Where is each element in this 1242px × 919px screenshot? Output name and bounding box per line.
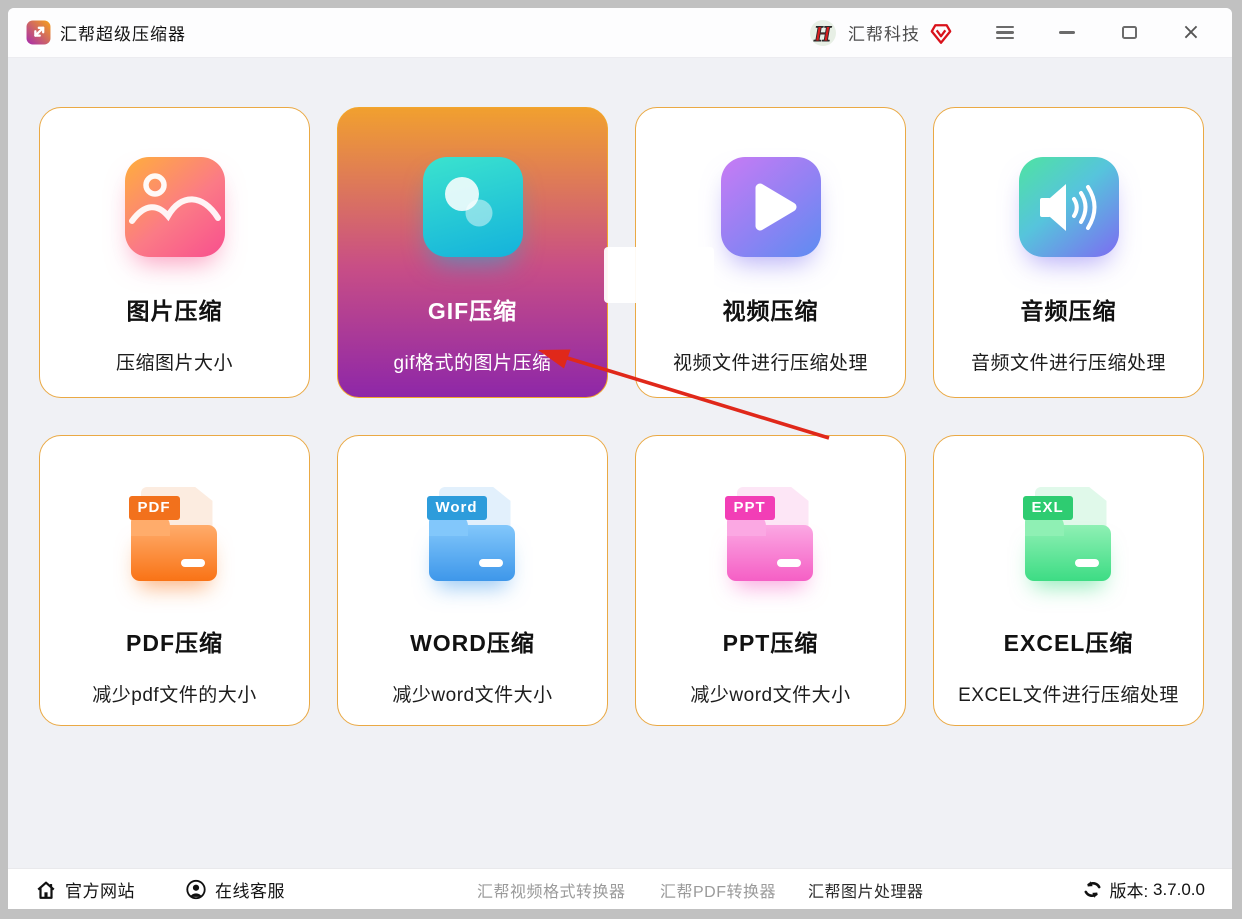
folder-dash [479,559,503,567]
maximize-button[interactable] [1106,16,1152,50]
card-word-compress[interactable]: Word WORD压缩 减少word文件大小 [337,435,608,726]
version-info: 版本: 3.7.0.0 [1082,869,1205,909]
card-subtitle: gif格式的图片压缩 [393,348,551,375]
app-logo-icon [26,20,51,45]
audio-speaker-icon [1019,157,1119,257]
card-title: PDF压缩 [126,624,223,658]
format-badge: PDF [129,496,180,520]
card-title: 音频压缩 [1021,292,1117,326]
customer-service-icon [185,879,207,901]
feature-card-grid: 图片压缩 压缩图片大小 GIF压缩 gif格式的图片压缩 视频压缩 视频文件进行… [39,107,1204,726]
card-subtitle: 视频文件进行压缩处理 [673,348,868,375]
version-number: 3.7.0.0 [1153,880,1205,900]
refresh-icon[interactable] [1082,879,1103,900]
format-badge: EXL [1023,496,1073,520]
link-pdf-converter[interactable]: 汇帮PDF转换器 [660,869,776,909]
folder-dash [181,559,205,567]
official-website-label: 官方网站 [65,877,135,902]
card-title: 视频压缩 [723,292,819,326]
card-subtitle: 音频文件进行压缩处理 [971,348,1166,375]
card-gif-compress[interactable]: GIF压缩 gif格式的图片压缩 [337,107,608,398]
folder-front [727,525,813,581]
titlebar: 汇帮超级压缩器 H 汇帮科技 × [8,8,1232,58]
ppt-folder-icon: PPT [719,485,823,589]
card-image-compress[interactable]: 图片压缩 压缩图片大小 [39,107,310,398]
excel-folder-icon: EXL [1017,485,1121,589]
card-title: EXCEL压缩 [1004,624,1134,658]
maximize-icon [1122,26,1137,39]
link-video-converter[interactable]: 汇帮视频格式转换器 [477,869,626,909]
brand-name: 汇帮科技 [848,20,920,45]
card-ppt-compress[interactable]: PPT PPT压缩 减少word文件大小 [635,435,906,726]
card-pdf-compress[interactable]: PDF PDF压缩 减少pdf文件的大小 [39,435,310,726]
minimize-icon [1059,31,1075,33]
video-play-icon [721,157,821,257]
gif-icon [423,157,523,257]
link-image-processor[interactable]: 汇帮图片处理器 [808,869,924,909]
card-subtitle: 减少pdf文件的大小 [92,680,256,707]
folder-front [429,525,515,581]
svg-text:H: H [813,21,832,46]
app-title: 汇帮超级压缩器 [60,20,186,45]
card-subtitle: 压缩图片大小 [116,348,233,375]
card-title: 图片压缩 [127,292,223,326]
close-button[interactable]: × [1168,16,1214,50]
footer: 官方网站 在线客服 汇帮视频格式转换器 汇帮PDF转换器 汇帮图片处理器 版本: [8,868,1232,909]
card-subtitle: 减少word文件大小 [690,680,850,707]
card-audio-compress[interactable]: 音频压缩 音频文件进行压缩处理 [933,107,1204,398]
tooltip-artifact [604,247,714,303]
word-folder-icon: Word [421,485,525,589]
folder-dash [777,559,801,567]
close-icon: × [1182,22,1200,44]
pdf-folder-icon: PDF [123,485,227,589]
app-window: 汇帮超级压缩器 H 汇帮科技 × [8,8,1232,909]
menu-button[interactable] [982,16,1028,50]
online-support-label: 在线客服 [215,877,285,902]
folder-dash [1075,559,1099,567]
vip-gem-icon[interactable] [928,20,954,46]
card-subtitle: 减少word文件大小 [392,680,552,707]
card-title: GIF压缩 [428,292,517,326]
home-icon [35,879,57,901]
version-label: 版本: [1110,877,1149,902]
image-icon [125,157,225,257]
format-badge: PPT [725,496,775,520]
online-support-button[interactable]: 在线客服 [185,869,285,909]
folder-front [131,525,217,581]
card-excel-compress[interactable]: EXL EXCEL压缩 EXCEL文件进行压缩处理 [933,435,1204,726]
menu-icon [996,23,1014,43]
card-title: WORD压缩 [410,624,535,658]
format-badge: Word [427,496,487,520]
card-subtitle: EXCEL文件进行压缩处理 [958,680,1179,707]
official-website-button[interactable]: 官方网站 [35,869,135,909]
brand-logo-icon: H [804,17,840,49]
minimize-button[interactable] [1044,16,1090,50]
folder-front [1025,525,1111,581]
card-title: PPT压缩 [723,624,819,658]
